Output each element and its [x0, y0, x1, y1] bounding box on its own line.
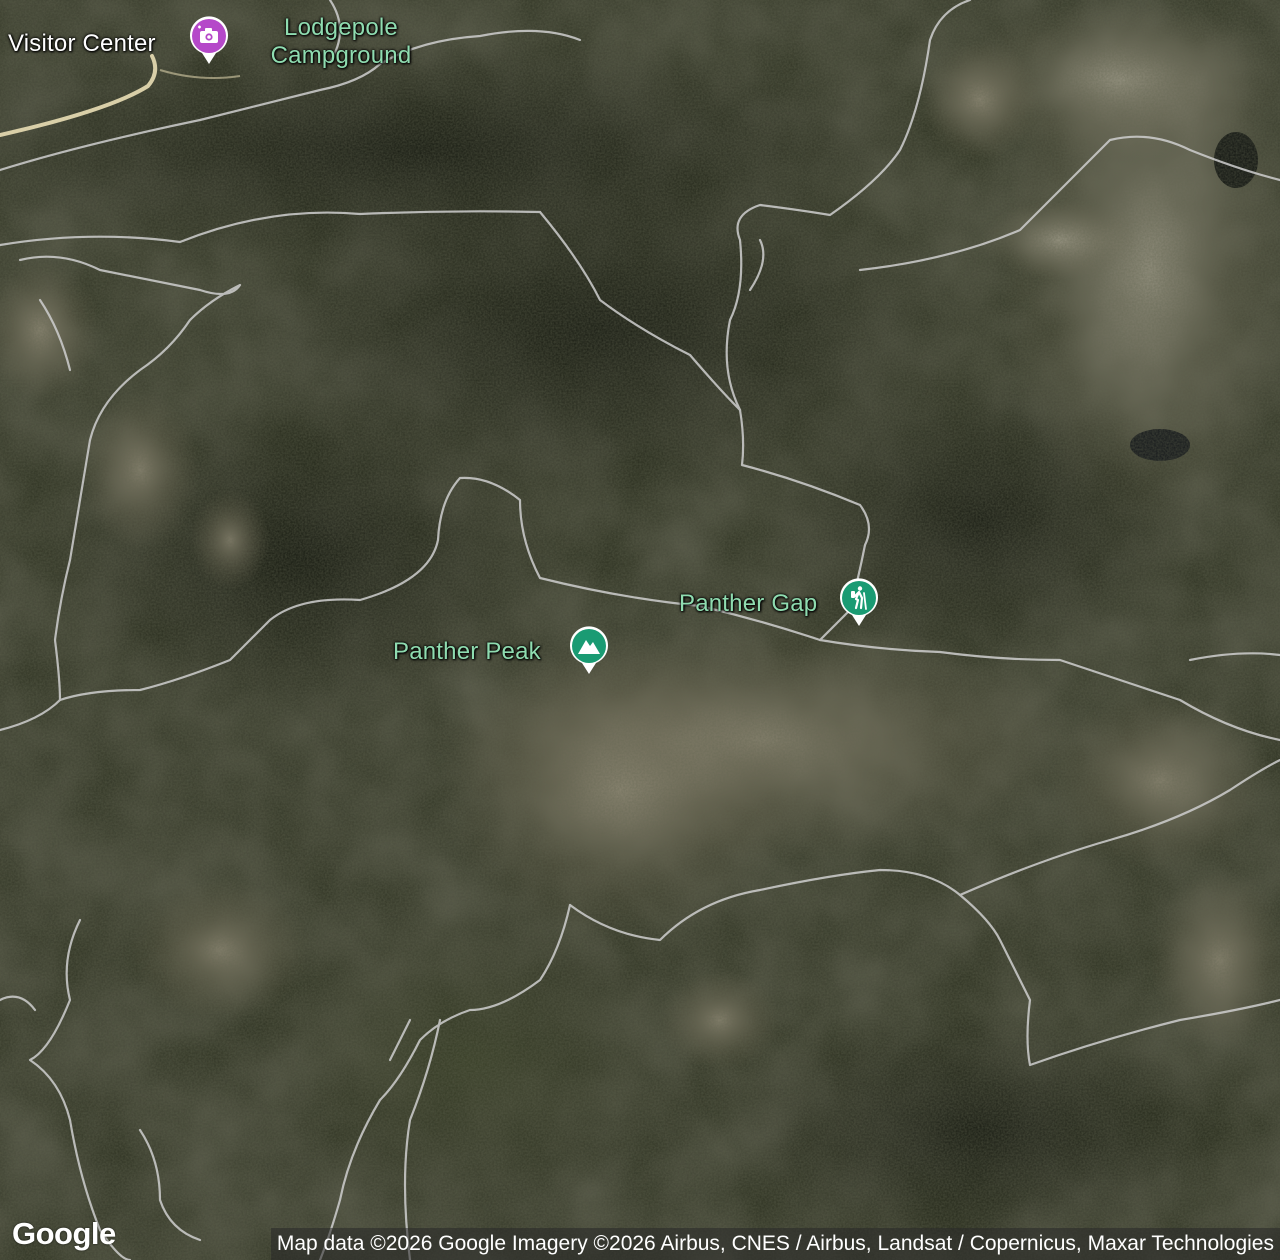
satellite-map[interactable]: Visitor Center Lodgepole Campground Pant…: [0, 0, 1280, 1260]
panther-gap-pin[interactable]: [839, 577, 879, 627]
panther-gap-label[interactable]: Panther Gap: [679, 590, 817, 618]
lodgepole-label-line1: Lodgepole: [284, 14, 398, 41]
mountain-icon: [570, 626, 608, 674]
satellite-imagery[interactable]: [0, 0, 1280, 1260]
google-logo: Google: [12, 1216, 116, 1251]
panther-peak-pin[interactable]: [569, 625, 609, 675]
lodgepole-label-line2: Campground: [270, 42, 412, 69]
panther-peak-label[interactable]: Panther Peak: [393, 638, 541, 666]
lodgepole-campground-label[interactable]: Lodgepole Campground: [258, 14, 424, 70]
camera-icon: [190, 16, 228, 64]
hiker-icon: [840, 578, 878, 626]
visitor-center-label[interactable]: Visitor Center: [8, 30, 156, 58]
visitor-center-pin[interactable]: [189, 15, 229, 65]
map-attribution[interactable]: Map data ©2026 Google Imagery ©2026 Airb…: [270, 1228, 1280, 1260]
